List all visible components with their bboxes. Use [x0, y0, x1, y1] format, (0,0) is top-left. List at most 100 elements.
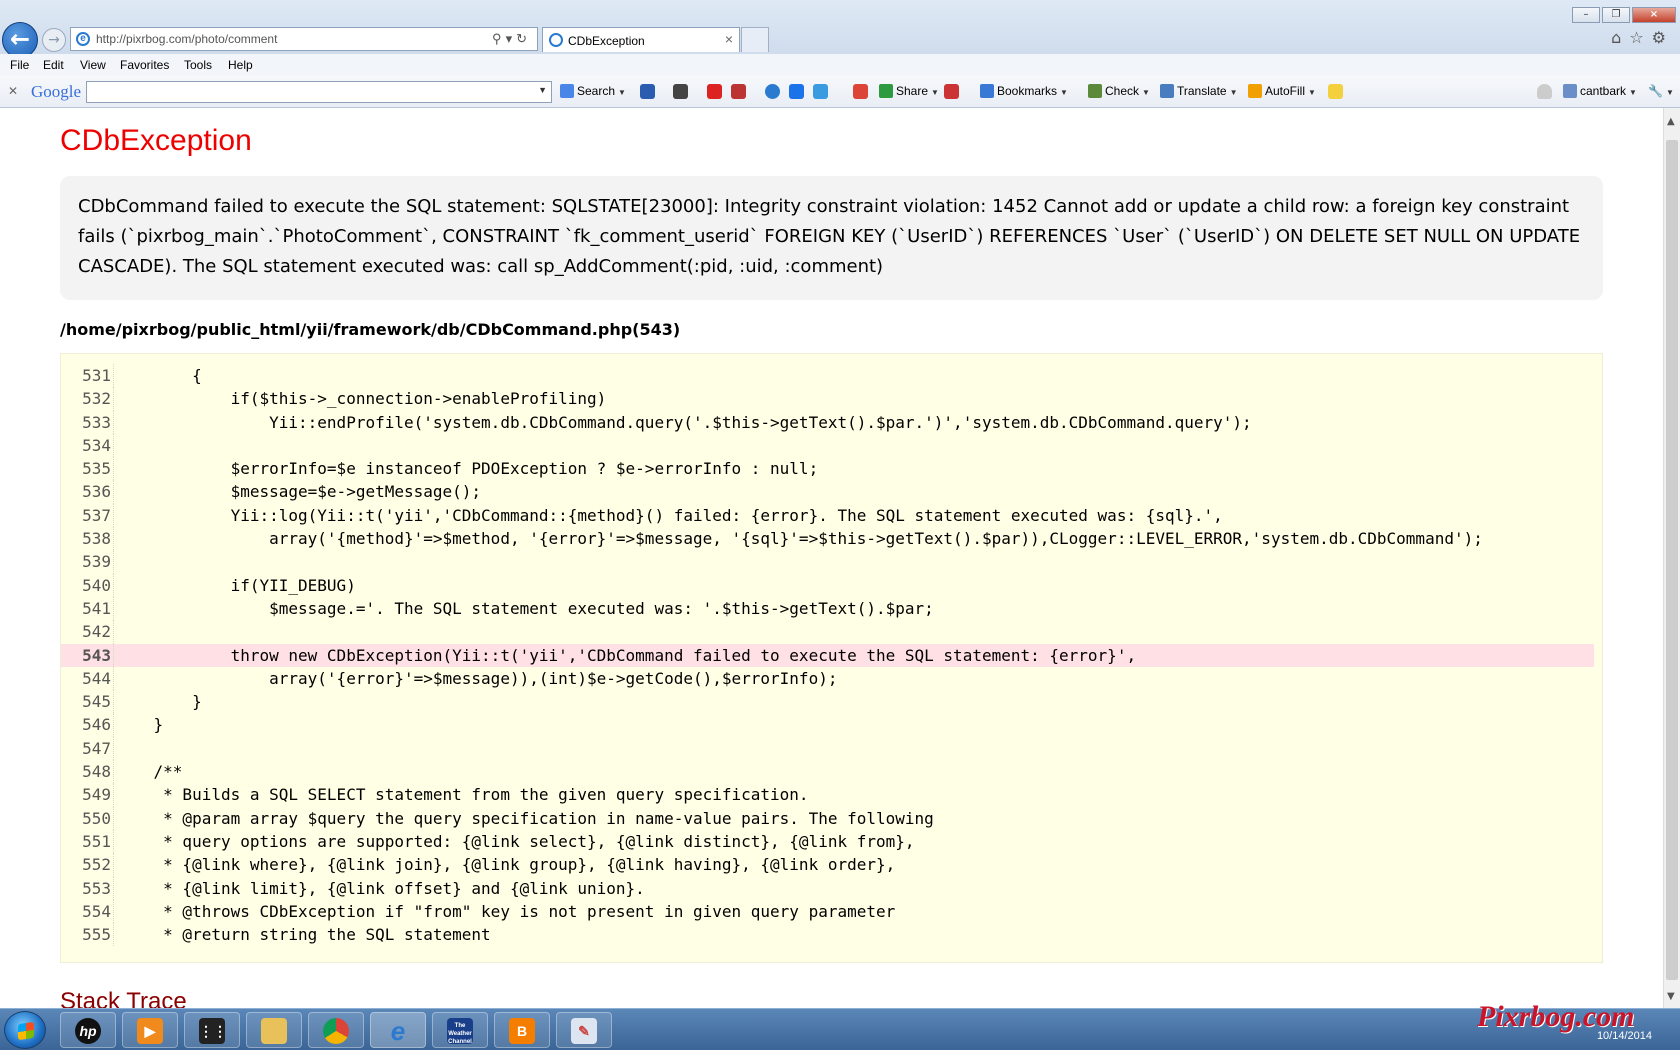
news-icon[interactable]: [731, 84, 746, 99]
user-avatar-icon: [1563, 84, 1577, 98]
bookmarks-button[interactable]: Bookmarks ▼: [980, 84, 1068, 98]
notification-bell-icon[interactable]: [1537, 84, 1552, 99]
compass-icon[interactable]: [765, 84, 780, 99]
taskbar-blackberry[interactable]: ⋮⋮: [184, 1012, 240, 1048]
chrome-icon: [323, 1018, 349, 1044]
code-line: 541 $message.='. The SQL statement execu…: [61, 596, 1602, 621]
translate-button[interactable]: Translate ▼: [1160, 84, 1238, 98]
line-separator: [113, 923, 114, 947]
address-bar[interactable]: e http://pixrbog.com/photo/comment ⚲▾↻: [70, 27, 538, 51]
line-separator: [113, 643, 114, 667]
new-tab-button[interactable]: [741, 27, 769, 52]
scroll-up-icon[interactable]: ▲: [1667, 116, 1675, 127]
taskbar: hp ▶ ⋮⋮ e The Weather Channel B ✎: [0, 1008, 1680, 1050]
line-number: 539: [82, 552, 111, 572]
line-separator: [113, 433, 114, 458]
menu-edit[interactable]: Edit: [43, 58, 64, 72]
line-separator: [113, 410, 114, 434]
toolbar-close-icon[interactable]: ✕: [8, 84, 18, 98]
highlighter-icon[interactable]: [1328, 84, 1343, 99]
bookmarks-star-icon: [980, 84, 994, 98]
popup-blocker-icon[interactable]: [673, 84, 688, 99]
stack-trace-title: Stack Trace: [60, 988, 187, 1008]
google-logo: Google: [31, 82, 82, 101]
tray-clock-date[interactable]: 10/14/2014: [1597, 1030, 1652, 1042]
back-button[interactable]: ←: [2, 22, 38, 58]
scrollbar-thumb[interactable]: [1666, 140, 1678, 980]
code-text: if($this->_connection->enableProfiling): [115, 389, 607, 409]
google-search-button[interactable]: Search ▼: [560, 84, 626, 98]
taskbar-internet-explorer[interactable]: e: [370, 1012, 426, 1048]
code-text: {: [115, 366, 202, 385]
google-plus-icon[interactable]: [853, 84, 868, 99]
code-text: array('{error}'=>$message)),(int)$e->get…: [115, 668, 838, 688]
line-number: 543: [82, 645, 111, 665]
browser-tab[interactable]: CDbException ×: [542, 27, 740, 52]
taskbar-file-explorer[interactable]: [246, 1012, 302, 1048]
autofill-icon: [1248, 84, 1262, 98]
media-player-icon: ▶: [137, 1018, 163, 1044]
code-text: array('{method}'=>$method, '{error}'=>$m…: [115, 529, 1483, 549]
puzzle-icon[interactable]: [813, 84, 828, 99]
menu-view[interactable]: View: [80, 58, 106, 72]
spellcheck-icon: [1088, 84, 1102, 98]
scroll-down-icon[interactable]: ▼: [1667, 991, 1675, 1002]
check-button[interactable]: Check ▼: [1088, 84, 1150, 98]
error-message: CDbCommand failed to execute the SQL sta…: [60, 176, 1603, 300]
taskbar-blogger[interactable]: B: [494, 1012, 550, 1048]
tab-close-icon[interactable]: ×: [725, 31, 733, 47]
taskbar-paint[interactable]: ✎: [556, 1012, 612, 1048]
line-number: 555: [82, 925, 111, 945]
favorites-star-icon[interactable]: ☆: [1629, 28, 1651, 47]
address-url[interactable]: http://pixrbog.com/photo/comment: [96, 32, 277, 46]
line-separator: [113, 596, 114, 621]
line-number: 554: [82, 901, 111, 921]
line-separator: [113, 806, 114, 830]
start-button[interactable]: [4, 1011, 46, 1049]
tab-favicon-icon: [549, 33, 563, 47]
forward-button[interactable]: →: [42, 28, 66, 52]
menu-file[interactable]: File: [10, 58, 29, 72]
taskbar-hp[interactable]: hp: [60, 1012, 116, 1048]
home-icon[interactable]: ⌂: [1611, 28, 1629, 47]
share-button[interactable]: Share ▼: [879, 84, 939, 98]
vertical-scrollbar[interactable]: ▲ ▼: [1663, 108, 1680, 1008]
code-line: 550 * @param array $query the query spec…: [61, 806, 1602, 830]
code-text: * @throws CDbException if "from" key is …: [115, 901, 896, 921]
taskbar-media-player[interactable]: ▶: [122, 1012, 178, 1048]
autofill-button[interactable]: AutoFill ▼: [1248, 84, 1316, 98]
code-line: 553 * {@link limit}, {@link offset} and …: [61, 876, 1602, 900]
code-line: 549 * Builds a SQL SELECT statement from…: [61, 783, 1602, 807]
google-search-input[interactable]: ▼: [86, 81, 552, 103]
code-line: 540 if(YII_DEBUG): [61, 573, 1602, 597]
code-text: }: [115, 692, 202, 712]
line-separator: [113, 713, 114, 737]
windows-logo-icon: [18, 1021, 34, 1041]
code-text: }: [115, 715, 164, 735]
code-line: 554 * @throws CDbException if "from" key…: [61, 899, 1602, 924]
code-line: 552 * {@link where}, {@link join}, {@lin…: [61, 853, 1602, 877]
taskbar-weather-channel[interactable]: The Weather Channel: [432, 1012, 488, 1048]
menu-tools[interactable]: Tools: [184, 58, 212, 72]
window-controls: – ❐ ×: [1570, 2, 1676, 23]
pagerank-icon[interactable]: [640, 84, 655, 99]
account-button[interactable]: cantbark ▼: [1563, 84, 1637, 98]
search-dropdown-icon[interactable]: ▼: [538, 85, 547, 95]
close-window-button[interactable]: ×: [1632, 7, 1676, 23]
menu-help[interactable]: Help: [228, 58, 253, 72]
line-separator: [113, 783, 114, 807]
address-tools-icons[interactable]: ⚲▾↻: [492, 31, 531, 47]
sidewiki-icon[interactable]: [944, 84, 959, 99]
taskbar-chrome[interactable]: [308, 1012, 364, 1048]
code-line: 546 }: [61, 713, 1602, 737]
calendar-icon[interactable]: [789, 84, 804, 99]
youtube-icon[interactable]: [707, 84, 722, 99]
line-number: 532: [82, 389, 111, 409]
code-line: 555 * @return string the SQL statement: [61, 923, 1602, 947]
restore-button[interactable]: ❐: [1602, 7, 1630, 23]
minimize-button[interactable]: –: [1572, 7, 1600, 23]
settings-gear-icon[interactable]: ⚙: [1652, 28, 1674, 47]
wrench-settings-icon[interactable]: 🔧 ▼: [1648, 84, 1674, 98]
menu-favorites[interactable]: Favorites: [120, 58, 169, 72]
page-content: CDbException CDbCommand failed to execut…: [0, 108, 1663, 1008]
